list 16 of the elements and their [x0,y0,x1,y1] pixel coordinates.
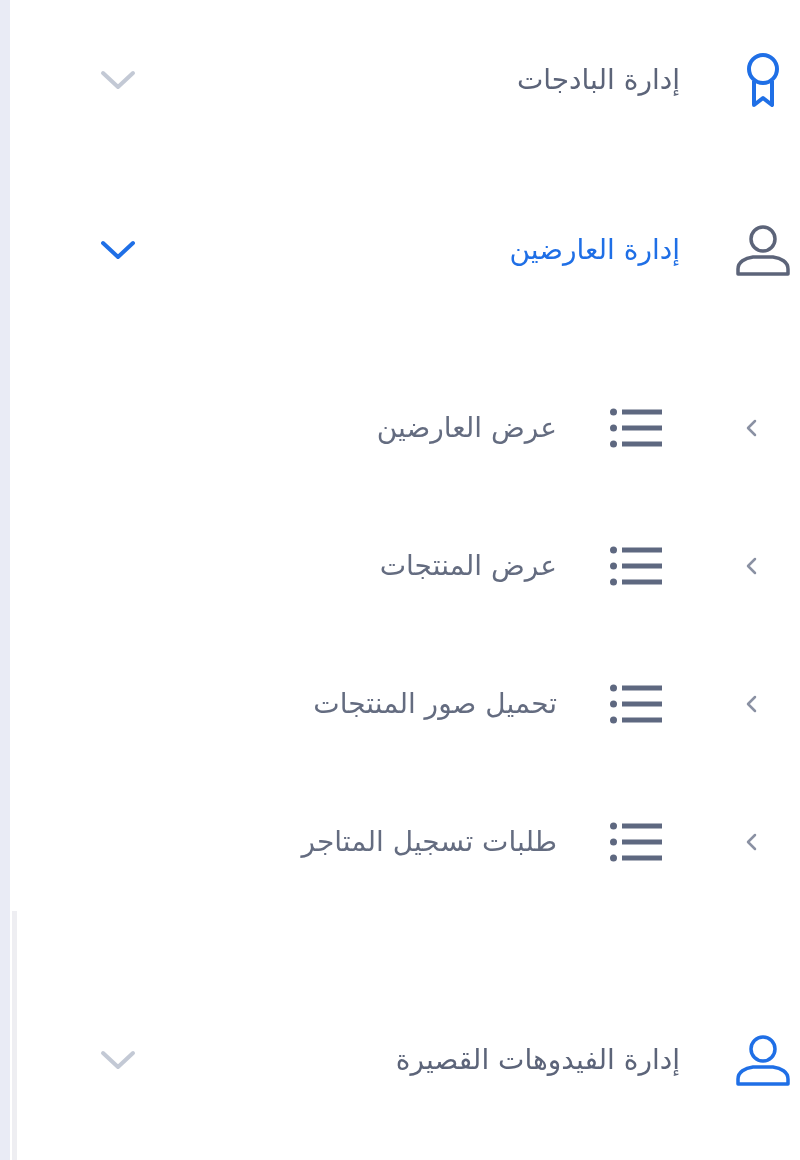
menu-label[interactable]: إدارة العارضين [509,230,680,270]
chevron-left-icon [744,557,758,575]
menu-label[interactable]: إدارة البادجات [516,60,680,100]
chevron-down-icon[interactable] [100,240,136,260]
chevron-left-icon [744,833,758,851]
submenu-label[interactable]: عرض العارضين [376,408,557,448]
chevron-left-icon [744,695,758,713]
submenu-label[interactable]: عرض المنتجات [379,546,557,586]
submenu-label[interactable]: تحميل صور المنتجات [313,684,557,724]
list-icon [610,822,662,862]
list-icon [610,408,662,448]
list-icon [610,546,662,586]
chevron-left-icon [744,419,758,437]
submenu-label[interactable]: طلبات تسجيل المتاجر [301,822,557,862]
list-icon [610,684,662,724]
menu-label[interactable]: إدارة الفيدوهات القصيرة [395,1040,680,1080]
